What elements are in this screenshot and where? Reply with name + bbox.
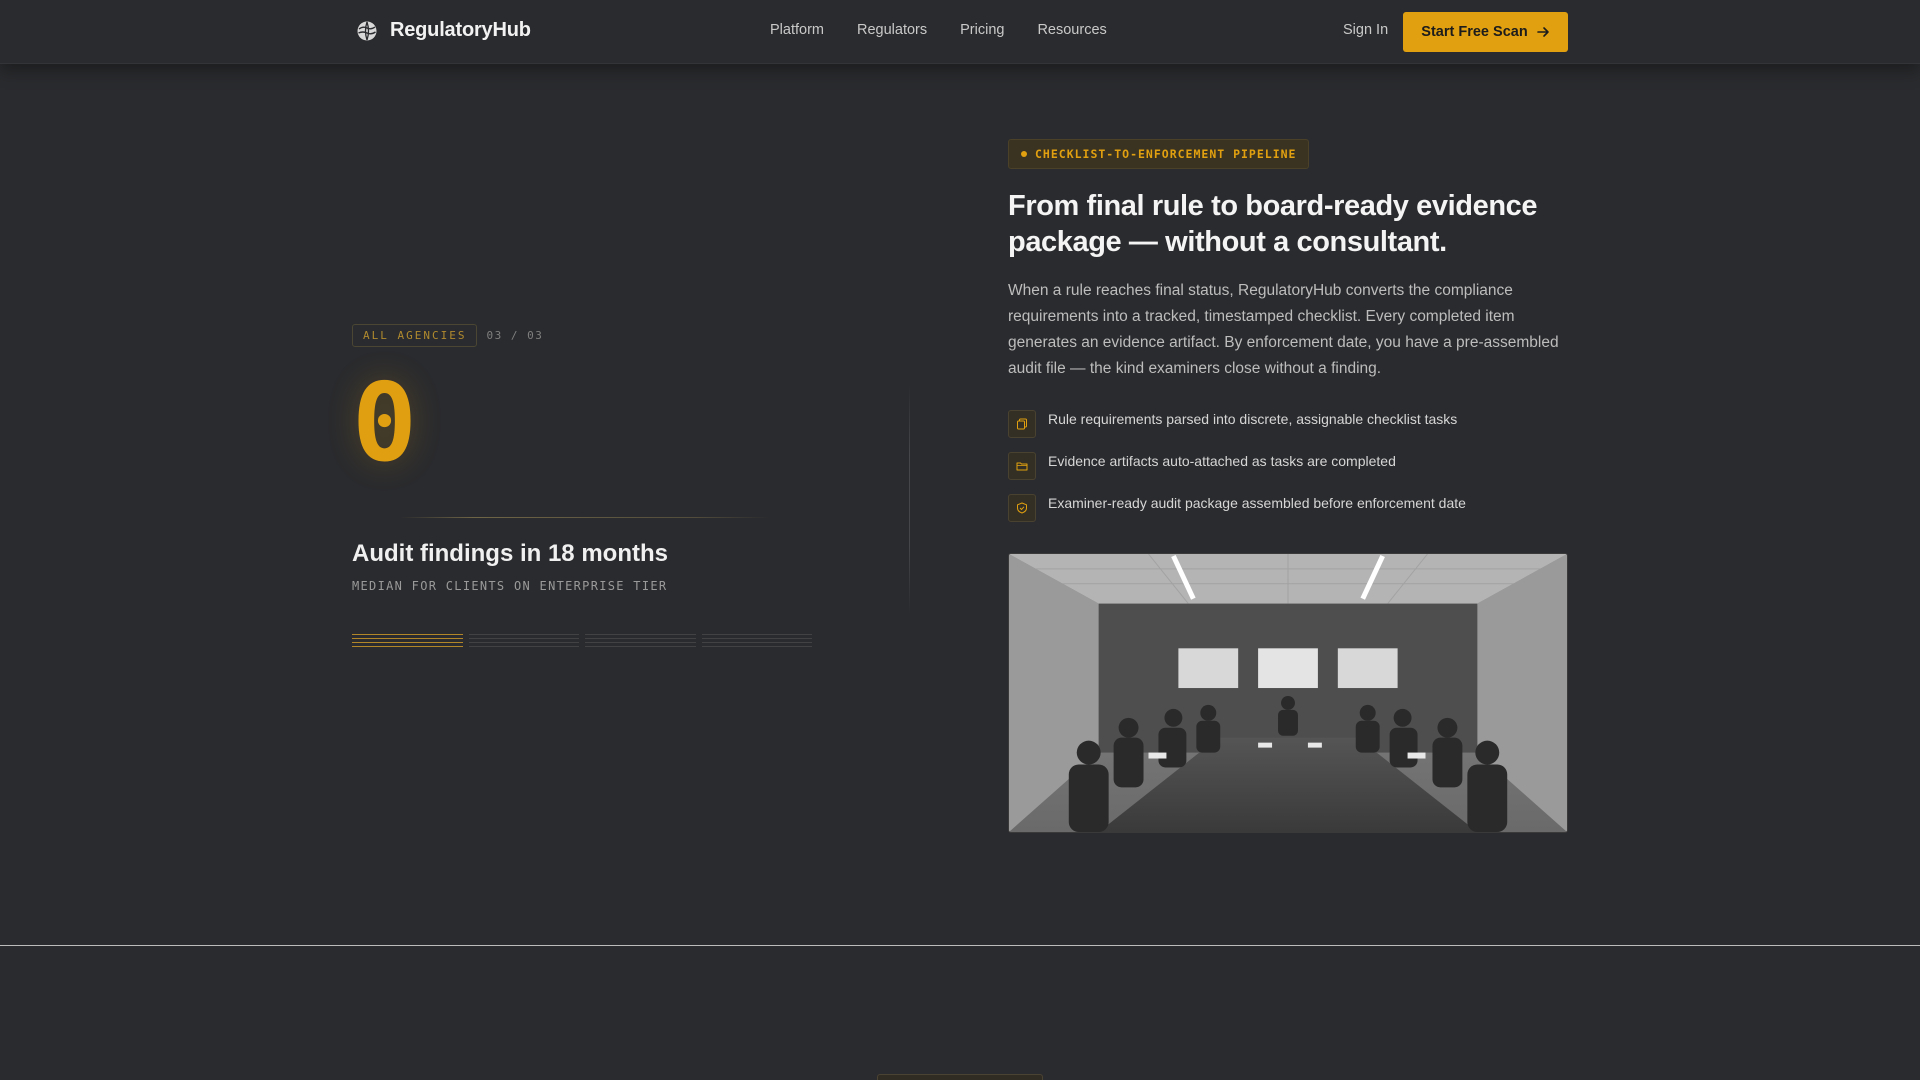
folder-icon	[1008, 452, 1036, 480]
slide-counter: 03 / 03	[486, 329, 544, 342]
stat-value: 0	[352, 361, 418, 486]
brand-globe-icon	[357, 21, 377, 40]
nav-link-regulators[interactable]: Regulators	[857, 22, 927, 38]
pipeline-tag-label: CHECKLIST-TO-ENFORCEMENT PIPELINE	[1035, 147, 1297, 161]
nav-link-resources[interactable]: Resources	[1037, 22, 1106, 38]
pipeline-headline: From final rule to board-ready evidence …	[1008, 190, 1538, 258]
feature-list: Rule requirements parsed into discrete, …	[1008, 407, 1568, 533]
nav-link-pricing[interactable]: Pricing	[960, 22, 1004, 38]
feature-text: Rule requirements parsed into discrete, …	[1048, 410, 1458, 427]
start-free-scan-button[interactable]: Start Free Scan	[1403, 12, 1568, 52]
pipeline-tag: CHECKLIST-TO-ENFORCEMENT PIPELINE	[1008, 139, 1310, 169]
progress-segment[interactable]	[585, 634, 696, 648]
feature-item: Rule requirements parsed into discrete, …	[1008, 407, 1568, 438]
progress-segment[interactable]	[468, 634, 579, 648]
sign-in-link[interactable]: Sign In	[1343, 22, 1388, 38]
stat-title: Audit findings in 18 months	[352, 540, 668, 567]
start-free-scan-label: Start Free Scan	[1421, 24, 1528, 40]
status-dot-icon	[1021, 151, 1027, 157]
next-section-tag	[877, 1074, 1043, 1080]
feature-text: Examiner-ready audit package assembled b…	[1048, 494, 1466, 511]
stat-badge-row: ALL AGENCIES 03 / 03	[352, 324, 543, 347]
brand-logo-link[interactable]: RegulatoryHub	[356, 19, 531, 42]
copy-icon	[1008, 410, 1036, 438]
arrow-right-icon	[1536, 27, 1549, 37]
brand-name: RegulatoryHub	[390, 19, 531, 41]
progress-segment[interactable]	[352, 634, 463, 648]
vertical-separator	[909, 385, 910, 615]
progress-segment[interactable]	[701, 634, 812, 648]
stat-subtitle: MEDIAN FOR CLIENTS ON ENTERPRISE TIER	[352, 579, 668, 593]
stat-divider	[400, 517, 770, 518]
boardroom-photo	[1008, 553, 1568, 833]
top-navbar: RegulatoryHub Platform Regulators Pricin…	[0, 0, 1920, 64]
nav-link-platform[interactable]: Platform	[770, 22, 824, 38]
boardroom-meeting-image	[1009, 554, 1567, 832]
primary-nav: Platform Regulators Pricing Resources	[770, 22, 1107, 38]
pipeline-description: When a rule reaches final status, Regula…	[1008, 282, 1559, 377]
stat-progress-indicator	[352, 634, 812, 648]
feature-item: Evidence artifacts auto-attached as task…	[1008, 449, 1568, 480]
section-divider	[0, 945, 1920, 946]
agency-filter-badge[interactable]: ALL AGENCIES	[352, 324, 478, 347]
feature-item: Examiner-ready audit package assembled b…	[1008, 491, 1568, 522]
shield-icon	[1008, 494, 1036, 522]
feature-text: Evidence artifacts auto-attached as task…	[1048, 452, 1396, 469]
